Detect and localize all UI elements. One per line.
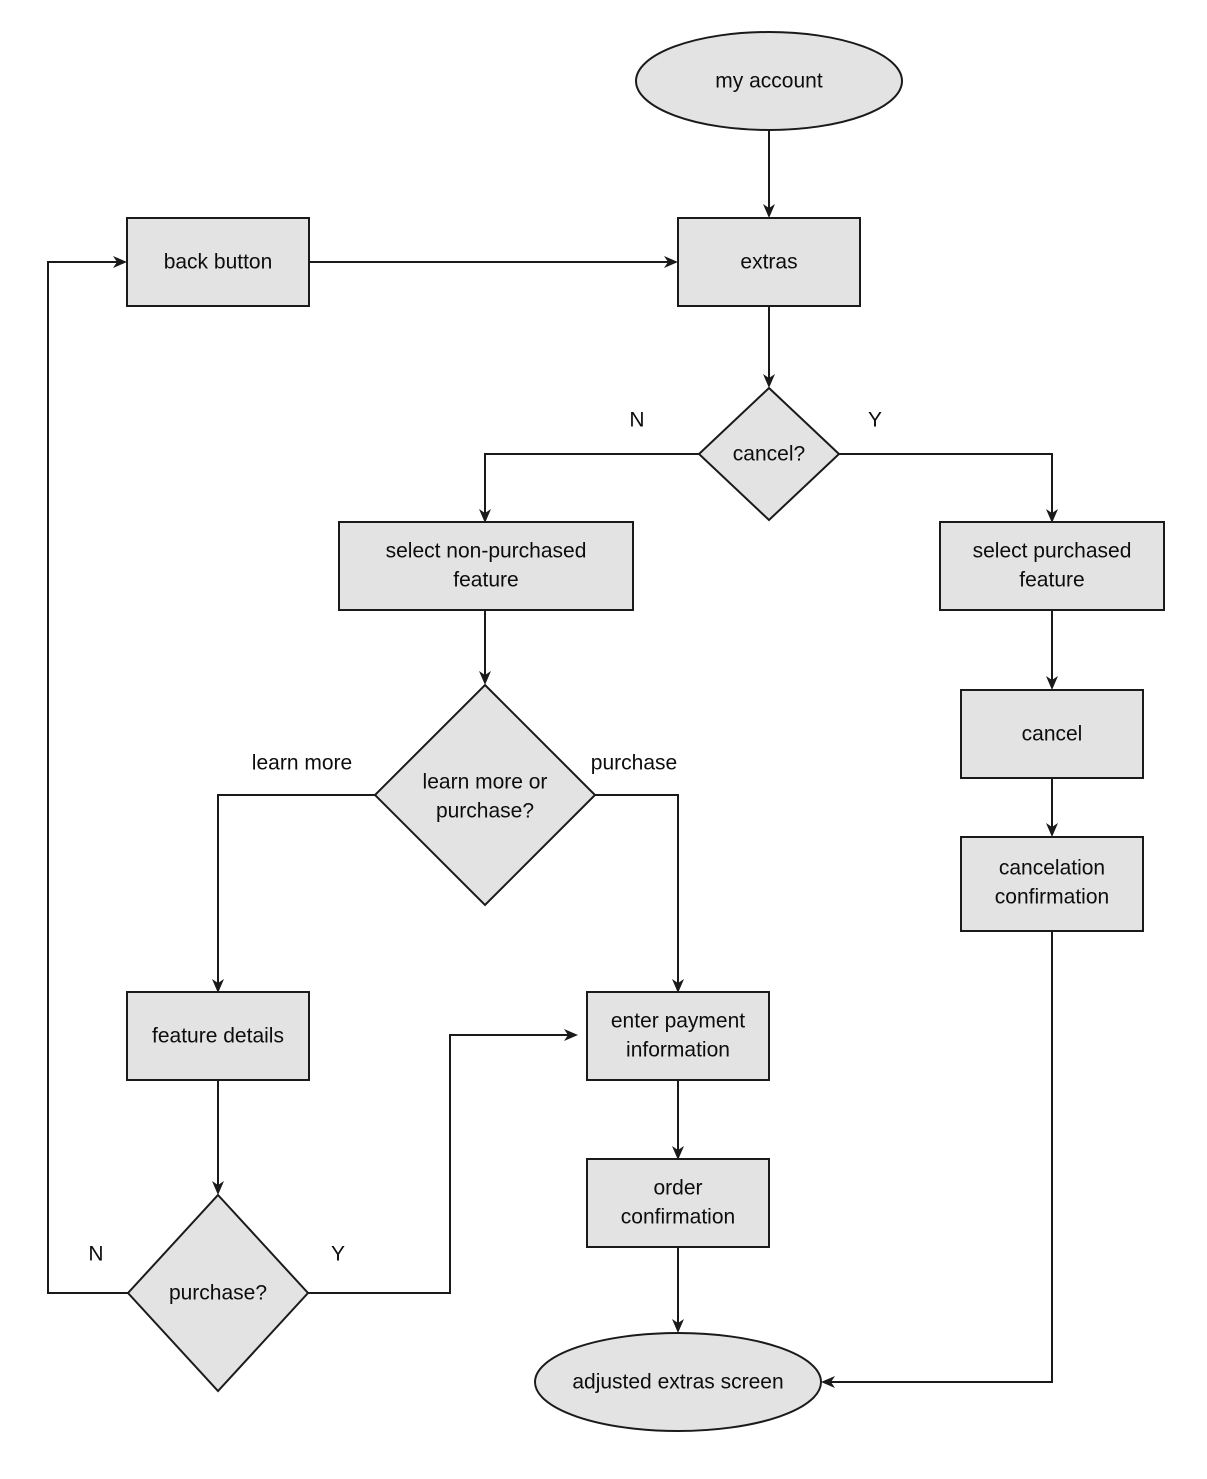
edge-purchase-yes-to-enter-payment [308, 1029, 578, 1294]
node-cancel-decision[interactable]: cancel? [697, 386, 841, 522]
node-cancelation-confirmation[interactable]: cancelation confirmation [960, 836, 1144, 932]
edge-label-purchase-yes: Y [331, 1243, 345, 1266]
select-purchased-label-line1: select purchased [973, 540, 1132, 563]
cancel-decision-label: cancel? [733, 443, 805, 466]
node-purchase-decision[interactable]: purchase? [126, 1193, 310, 1393]
select-non-purchased-label-line1: select non-purchased [386, 540, 587, 563]
order-confirmation-label-line2: confirmation [621, 1206, 735, 1229]
cancel-label: cancel [1022, 723, 1083, 746]
node-order-confirmation[interactable]: order confirmation [586, 1158, 770, 1248]
edge-label-learn-more: learn more [252, 752, 352, 775]
flowchart-svg: N Y learn more purchase N Y my account b… [47, 31, 1165, 1432]
edge-extras-to-cancel-decision [763, 305, 775, 388]
edge-cancel-yes-to-select-purchased [839, 453, 1058, 523]
cancelation-confirmation-label-line2: confirmation [995, 886, 1109, 909]
edge-label-purchase-no: N [88, 1243, 103, 1266]
node-enter-payment-information[interactable]: enter payment information [586, 991, 770, 1081]
edge-select-non-purchased-to-learn-or-purchase [479, 610, 491, 685]
edge-purchase-to-enter-payment [595, 794, 684, 993]
edge-order-confirmation-to-adjusted-extras [672, 1247, 684, 1333]
node-my-account[interactable]: my account [635, 31, 903, 131]
order-confirmation-rect[interactable] [586, 1158, 770, 1248]
node-cancel[interactable]: cancel [960, 689, 1144, 779]
flowchart-canvas: N Y learn more purchase N Y my account b… [0, 0, 1207, 1479]
enter-payment-rect[interactable] [586, 991, 770, 1081]
nodes-layer: my account back button extras cancel? se… [126, 31, 1165, 1432]
back-button-label: back button [164, 251, 273, 274]
edge-feature-details-to-purchase-decision [212, 1080, 224, 1195]
feature-details-label: feature details [152, 1025, 284, 1048]
cancelation-confirmation-label-line1: cancelation [999, 857, 1105, 880]
learn-or-purchase-diamond[interactable] [373, 683, 597, 907]
select-purchased-rect[interactable] [939, 521, 1165, 611]
edge-cancel-no-to-select-non-purchased [479, 453, 699, 523]
edge-learn-more-to-feature-details [212, 794, 375, 993]
edge-back-button-to-extras [309, 256, 678, 268]
order-confirmation-label-line1: order [653, 1177, 702, 1200]
select-purchased-label-line2: feature [1019, 569, 1084, 592]
node-learn-or-purchase-decision[interactable]: learn more or purchase? [373, 683, 597, 907]
extras-label: extras [740, 251, 797, 274]
edge-enter-payment-to-order-confirmation [672, 1080, 684, 1160]
learn-or-purchase-label-line2: purchase? [436, 800, 534, 823]
edge-label-cancel-no: N [629, 409, 644, 432]
edge-cancelation-confirmation-to-adjusted-extras [821, 930, 1053, 1388]
edge-label-purchase: purchase [591, 752, 677, 775]
my-account-label: my account [715, 70, 823, 93]
edge-select-purchased-to-cancel [1046, 610, 1058, 690]
edge-cancel-to-cancelation-confirmation [1046, 777, 1058, 837]
purchase-decision-label: purchase? [169, 1282, 267, 1305]
cancelation-confirmation-rect[interactable] [960, 836, 1144, 932]
node-back-button[interactable]: back button [126, 217, 310, 307]
edge-purchase-no-to-back-button [47, 256, 128, 1294]
node-select-purchased-feature[interactable]: select purchased feature [939, 521, 1165, 611]
learn-or-purchase-label-line1: learn more or [423, 771, 548, 794]
select-non-purchased-label-line2: feature [453, 569, 518, 592]
adjusted-extras-label: adjusted extras screen [572, 1371, 783, 1394]
node-select-non-purchased-feature[interactable]: select non-purchased feature [338, 521, 634, 611]
node-adjusted-extras-screen[interactable]: adjusted extras screen [534, 1332, 822, 1432]
select-non-purchased-rect[interactable] [338, 521, 634, 611]
enter-payment-label-line1: enter payment [611, 1010, 745, 1033]
node-feature-details[interactable]: feature details [126, 991, 310, 1081]
edge-label-cancel-yes: Y [868, 409, 882, 432]
enter-payment-label-line2: information [626, 1039, 730, 1062]
edge-my-account-to-extras [763, 118, 775, 218]
node-extras[interactable]: extras [677, 217, 861, 307]
